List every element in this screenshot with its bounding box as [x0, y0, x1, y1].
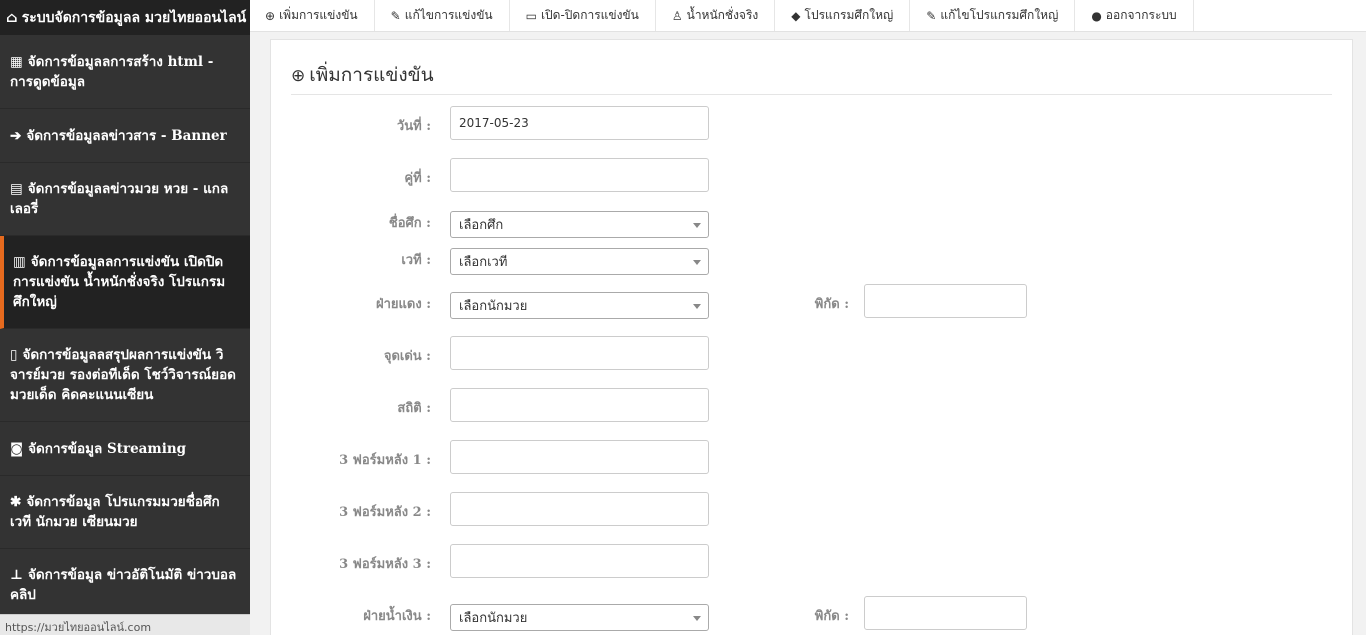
edit-icon: ✎	[390, 8, 401, 23]
tab-edit-big-program[interactable]: ✎ แก้ไขโปรแกรมศึกใหญ่	[910, 0, 1076, 31]
event-label: ชื่อศึก :	[388, 216, 431, 231]
folder-open-icon: ▭	[525, 8, 537, 23]
stats-input[interactable]	[450, 388, 709, 422]
tab-logout[interactable]: ● ออกจากระบบ	[1075, 0, 1194, 31]
sidebar-item-matches[interactable]: ▥ จัดการข้อมูลลการแข่งขัน เปิดปิดการแข่งข…	[0, 236, 250, 329]
chevron-down-icon	[693, 616, 701, 621]
weight-icon: ♙	[671, 8, 683, 23]
user-icon: ●	[1091, 8, 1102, 23]
stadium-select[interactable]: เลือกเวที	[450, 248, 709, 275]
sidebar-item-auto-news[interactable]: ⊥ จัดการข้อมูล ข่าวอัติโนมัติ ข่าวบอลคลิป	[0, 549, 250, 622]
date-label: วันที่ :	[396, 119, 431, 134]
form2-input[interactable]	[450, 492, 709, 526]
sidebar-item-news-banner[interactable]: ➔ จัดการข้อมูลลข่าวสาร - Banner	[0, 109, 250, 163]
form3-label: 3 ฟอร์มหลัง 3 :	[339, 557, 431, 572]
form1-label: 3 ฟอร์มหลัง 1 :	[339, 453, 431, 468]
gear-icon: ✱	[10, 494, 22, 510]
blue-corner-label: ฝ่ายน้ำเงิน :	[363, 609, 431, 624]
pair-label: คู่ที่ :	[404, 171, 431, 186]
form1-input[interactable]	[450, 440, 709, 474]
file-icon: ▯	[10, 347, 18, 363]
pair-input[interactable]	[450, 158, 709, 192]
tab-actual-weight[interactable]: ♙ น้ำหนักชั่งจริง	[656, 0, 776, 31]
brand[interactable]: ⌂ ระบบจัดการข้อมูลล มวยไทยออนไลน์	[0, 0, 250, 35]
tab-add-match[interactable]: ⊕ เพิ่มการแข่งขัน	[250, 0, 375, 31]
chevron-down-icon	[693, 223, 701, 228]
blue-corner-select[interactable]: เลือกนักมวย	[450, 604, 709, 631]
form-panel: ⊕ เพิ่มการแข่งขัน วันที่ : 2017-05-23 คู่…	[270, 39, 1353, 635]
tab-big-program[interactable]: ◆ โปรแกรมศึกใหญ่	[775, 0, 911, 31]
blue-odds-input[interactable]	[864, 596, 1027, 630]
red-odds-input[interactable]	[864, 284, 1027, 318]
tab-edit-match[interactable]: ✎ แก้ไขการแข่งขัน	[375, 0, 510, 31]
chevron-circle-right-icon: ➔	[10, 127, 22, 144]
red-corner-select[interactable]: เลือกนักมวย	[450, 292, 709, 319]
tag-icon: ◆	[791, 8, 801, 23]
brand-title: ระบบจัดการข้อมูลล มวยไทยออนไลน์	[21, 10, 247, 26]
home-icon: ⌂	[6, 10, 18, 26]
newspaper-icon: ▤	[10, 181, 23, 197]
status-url: https://มวยไทยออนไลน์.com	[0, 614, 250, 635]
sidebar-item-html-scrape[interactable]: ▦ จัดการข้อมูลลการสร้าง html - การดูดข้อม…	[0, 35, 250, 109]
highlight-label: จุดเด่น :	[383, 349, 431, 364]
edit-icon: ✎	[926, 8, 937, 23]
chevron-down-icon	[693, 304, 701, 309]
bar-chart-icon: ▥	[13, 254, 26, 270]
event-select[interactable]: เลือกศึก	[450, 211, 709, 238]
sidebar-item-label: ▥ จัดการข้อมูลลการแข่งขัน เปิดปิดการแข่งข…	[13, 254, 226, 310]
chevron-down-icon	[693, 260, 701, 265]
date-input[interactable]: 2017-05-23	[450, 106, 709, 140]
sidebar-item-news-gallery[interactable]: ▤ จัดการข้อมูลลข่าวมวย หวย - แกลเลอรี่	[0, 163, 250, 236]
camera-icon: ◙	[10, 440, 24, 457]
highlight-input[interactable]	[450, 336, 709, 370]
grid-icon: ▦	[10, 53, 23, 70]
panel-title: ⊕ เพิ่มการแข่งขัน	[291, 64, 434, 86]
red-odds-label: พิกัด :	[814, 297, 849, 312]
stadium-label: เวที :	[401, 253, 431, 268]
sidebar-item-label: ➔ จัดการข้อมูลลข่าวสาร - Banner	[10, 127, 227, 144]
sitemap-icon: ⊥	[10, 567, 23, 583]
sidebar-item-label: ✱ จัดการข้อมูล โปรแกรมมวยชื่อศึก เวที นัก…	[10, 494, 220, 530]
plus-circle-icon: ⊕	[265, 8, 276, 23]
tab-open-close-match[interactable]: ▭ เปิด-ปิดการแข่งขัน	[510, 0, 656, 31]
sidebar-item-streaming[interactable]: ◙ จัดการข้อมูล Streaming	[0, 422, 250, 476]
form2-label: 3 ฟอร์มหลัง 2 :	[339, 505, 431, 520]
top-nav: ⊕ เพิ่มการแข่งขัน ✎ แก้ไขการแข่งขัน ▭ เปิด-…	[250, 0, 1366, 32]
plus-circle-icon: ⊕	[291, 66, 306, 86]
stats-label: สถิติ :	[397, 401, 431, 416]
blue-odds-label: พิกัด :	[814, 609, 849, 624]
sidebar-item-label: ▤ จัดการข้อมูลลข่าวมวย หวย - แกลเลอรี่	[10, 181, 229, 217]
sidebar-item-label: ◙ จัดการข้อมูล Streaming	[10, 440, 187, 457]
sidebar-item-results[interactable]: ▯ จัดการข้อมูลลสรุปผลการแข่งขัน วิจารย์มว…	[0, 329, 250, 422]
sidebar-item-label: ▦ จัดการข้อมูลลการสร้าง html - การดูดข้อม…	[10, 53, 214, 90]
divider	[291, 94, 1332, 95]
sidebar-item-label: ▯ จัดการข้อมูลลสรุปผลการแข่งขัน วิจารย์มว…	[10, 347, 236, 403]
sidebar: ⌂ ระบบจัดการข้อมูลล มวยไทยออนไลน์ ▦ จัดการ…	[0, 0, 250, 635]
red-corner-label: ฝ่ายแดง :	[375, 297, 431, 312]
sidebar-item-programs[interactable]: ✱ จัดการข้อมูล โปรแกรมมวยชื่อศึก เวที นัก…	[0, 476, 250, 549]
form3-input[interactable]	[450, 544, 709, 578]
sidebar-item-label: ⊥ จัดการข้อมูล ข่าวอัติโนมัติ ข่าวบอลคลิป	[10, 567, 237, 603]
